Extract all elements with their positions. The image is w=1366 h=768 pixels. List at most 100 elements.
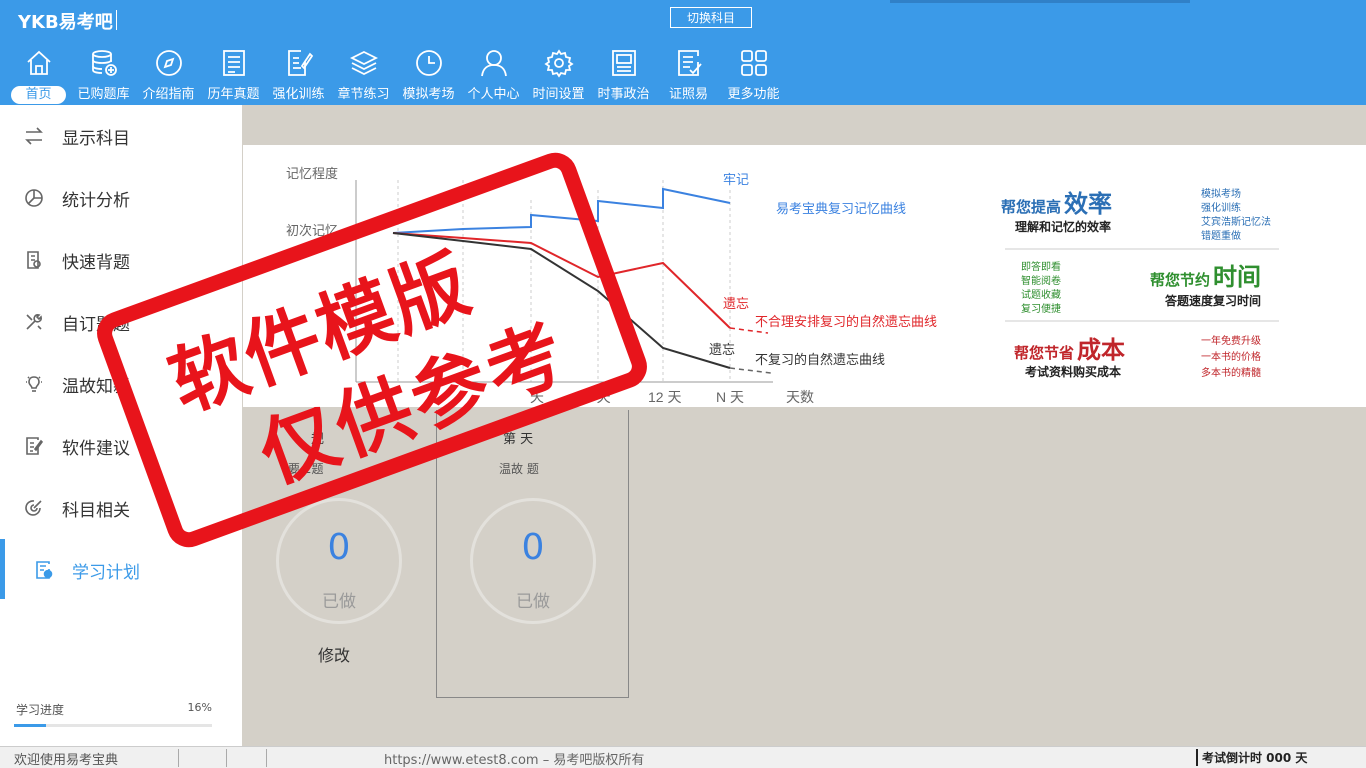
- sidebar-item-label: 统计分析: [62, 190, 130, 211]
- nav-time-settings[interactable]: 时间设置: [526, 48, 591, 104]
- nav-past-exams[interactable]: 历年真题: [201, 48, 266, 104]
- nav-certificate[interactable]: 证照易: [656, 48, 721, 104]
- time-prefix: 帮您节约: [1150, 271, 1210, 289]
- blue-curve-label: 易考宝典复习记忆曲线: [776, 201, 906, 216]
- newspaper-icon: [611, 50, 636, 76]
- time-item: 即答即看: [1021, 260, 1061, 273]
- nav-label: 时间设置: [532, 87, 585, 102]
- time-item: 复习便捷: [1021, 302, 1061, 315]
- app-logo: YKB易考吧: [18, 12, 113, 33]
- efficiency-prefix: 帮您提高: [1001, 198, 1061, 216]
- status-copyright: https://www.etest8.com – 易考吧版权所有: [384, 753, 645, 768]
- status-bar: 欢迎使用易考宝典 https://www.etest8.com – 易考吧版权所…: [0, 746, 1366, 768]
- y-axis-label: 记忆程度: [286, 166, 338, 181]
- nav-label: 首页: [11, 86, 66, 104]
- progress-bar: [14, 724, 212, 727]
- efficiency-big: 效率: [1064, 190, 1112, 218]
- cost-sub: 考试资料购买成本: [1025, 364, 1121, 379]
- pie-chart-icon: [25, 189, 43, 207]
- done-count: 0: [521, 527, 545, 568]
- cost-item: 一年免费升级: [1201, 334, 1261, 347]
- grid-icon: [740, 50, 767, 76]
- efficiency-item: 错题重做: [1201, 229, 1241, 242]
- nav-label: 更多功能: [727, 87, 780, 102]
- review-card: 第 天 温故 题 0 已做: [436, 410, 629, 698]
- exam-countdown: 考试倒计时 000 天: [1196, 749, 1307, 766]
- logo-divider: [116, 10, 117, 30]
- related-icon: [25, 500, 42, 516]
- nav-more-functions[interactable]: 更多功能: [721, 48, 786, 104]
- black-curve-label: 不复习的自然遗忘曲线: [755, 352, 885, 367]
- x-axis-label: 天数: [786, 389, 814, 405]
- quick-review-icon: [27, 251, 41, 269]
- edit-plan-link[interactable]: 修改: [318, 642, 350, 666]
- top-shadow: [890, 0, 1190, 3]
- nav-label: 强化训练: [272, 87, 325, 102]
- sidebar-item-label: 快速背题: [62, 252, 130, 273]
- red-curve-label: 不合理安排复习的自然遗忘曲线: [755, 314, 937, 329]
- progress-label: 学习进度: [16, 703, 65, 717]
- sidebar-item-label: 学习计划: [72, 562, 140, 583]
- time-item: 试题收藏: [1021, 288, 1061, 301]
- compass-icon: [155, 50, 182, 76]
- nav-label: 模拟考场: [402, 87, 455, 102]
- sidebar-item-label: 软件建议: [62, 438, 130, 459]
- nav-intensive-training[interactable]: 强化训练: [266, 48, 331, 104]
- done-label: 已做: [322, 592, 356, 612]
- gear-icon: [543, 49, 574, 78]
- progress-percent: 16%: [187, 701, 212, 714]
- efficiency-sub: 理解和记忆的效率: [1015, 219, 1111, 234]
- nav-guide[interactable]: 介绍指南: [136, 48, 201, 104]
- edit-document-icon: [287, 50, 313, 76]
- done-label: 已做: [516, 592, 550, 612]
- nav-chapter-practice[interactable]: 章节练习: [331, 48, 396, 104]
- suggestion-icon: [26, 437, 44, 455]
- progress-ring: 0 已做: [470, 498, 596, 624]
- tools-icon: [26, 314, 42, 330]
- sidebar-item-study-plan[interactable]: 学习计划: [0, 539, 242, 601]
- status-divider: [266, 749, 267, 767]
- status-divider: [226, 749, 227, 767]
- nav-current-affairs[interactable]: 时事政治: [591, 48, 656, 104]
- database-icon: [91, 50, 117, 76]
- switch-subject-button[interactable]: 切换科目: [670, 7, 752, 28]
- swap-icon: [25, 127, 43, 145]
- certificate-icon: [677, 50, 702, 76]
- efficiency-item: 艾宾浩斯记忆法: [1201, 215, 1271, 228]
- plan-icon: [36, 561, 53, 579]
- status-divider: [178, 749, 179, 767]
- layers-icon: [349, 50, 378, 76]
- main-nav: 首页 已购题库 介绍指南 历年真题 强化训练 章节练习 模拟考场 个人中心 时间…: [6, 48, 786, 104]
- card-subtitle: 温故 题: [499, 462, 539, 476]
- sidebar-item-statistics[interactable]: 统计分析: [0, 167, 242, 229]
- time-sub: 答题速度复习时间: [1165, 293, 1261, 308]
- x-tick-label: 12 天: [648, 389, 681, 405]
- nav-label: 证照易: [668, 87, 708, 102]
- progress-fill: [14, 724, 46, 727]
- promo-panel: 帮您提高 效率 理解和记忆的效率 模拟考场 强化训练 艾宾浩斯记忆法 错题重做 …: [1001, 187, 1279, 379]
- nav-home[interactable]: 首页: [6, 48, 71, 104]
- nav-label: 介绍指南: [142, 87, 195, 102]
- cost-item: 一本书的价格: [1201, 350, 1261, 363]
- nav-label: 已购题库: [77, 87, 130, 102]
- x-tick-label: N 天: [716, 389, 744, 405]
- home-icon: [26, 50, 51, 75]
- nav-label: 时事政治: [597, 87, 650, 102]
- time-item: 智能阅卷: [1021, 274, 1061, 287]
- done-count: 0: [327, 527, 351, 568]
- black-dash: [729, 367, 772, 374]
- red-forget-label: 遗忘: [723, 296, 749, 311]
- sidebar-item-show-subject[interactable]: 显示科目: [0, 105, 242, 167]
- nav-personal-center[interactable]: 个人中心: [461, 48, 526, 104]
- efficiency-item: 强化训练: [1201, 201, 1241, 214]
- efficiency-item: 模拟考场: [1201, 187, 1241, 200]
- user-icon: [480, 50, 507, 77]
- nav-label: 个人中心: [467, 87, 520, 102]
- nav-label: 章节练习: [337, 87, 390, 102]
- nav-purchased-banks[interactable]: 已购题库: [71, 48, 136, 104]
- sidebar-item-label: 显示科目: [62, 128, 130, 149]
- lightbulb-icon: [26, 376, 42, 392]
- cost-prefix: 帮您节省: [1014, 344, 1074, 362]
- nav-mock-exam[interactable]: 模拟考场: [396, 48, 461, 104]
- firm-label: 牢记: [723, 172, 749, 187]
